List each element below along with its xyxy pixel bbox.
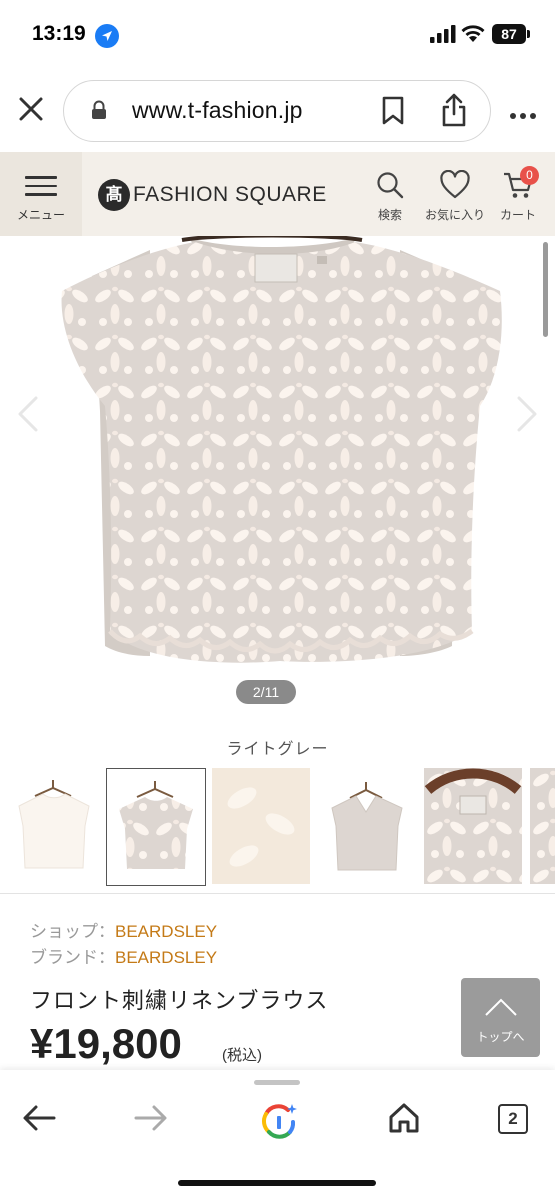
- back-to-top-label: トップへ: [476, 1030, 525, 1044]
- search-label: 検索: [377, 208, 402, 222]
- browser-toolbar: www.t-fashion.jp: [0, 70, 555, 152]
- product-image-gallery[interactable]: 2/11: [0, 236, 555, 726]
- menu-button[interactable]: メニュー: [0, 152, 82, 236]
- battery-tip: [527, 30, 530, 38]
- menu-label: メニュー: [16, 208, 65, 222]
- search-icon: [375, 172, 405, 203]
- thumbnail-2[interactable]: [106, 768, 206, 886]
- home-indicator: [178, 1180, 376, 1186]
- color-name: ライトグレー: [226, 741, 329, 758]
- product-title: フロント刺繍リネンブラウス: [30, 988, 329, 1013]
- close-icon[interactable]: [16, 94, 46, 124]
- thumbnail-1[interactable]: [5, 768, 103, 884]
- status-bar: 13:19 87: [0, 0, 555, 70]
- favorites-label: お気に入り: [424, 208, 485, 222]
- more-icon[interactable]: [509, 107, 537, 125]
- shop-link[interactable]: BEARDSLEY: [115, 922, 217, 941]
- share-icon[interactable]: [440, 92, 468, 133]
- site-logo[interactable]: 髙 FASHION SQUARE: [98, 179, 327, 211]
- thumbnail-strip: [0, 768, 555, 886]
- product-image: [61, 236, 502, 663]
- battery-level: 87: [492, 24, 526, 44]
- home-icon[interactable]: [388, 1102, 420, 1139]
- url-text: www.t-fashion.jp: [132, 97, 303, 123]
- address-bar[interactable]: www.t-fashion.jp: [63, 80, 491, 142]
- thumbnail-6[interactable]: [530, 768, 555, 884]
- tabs-icon[interactable]: 2: [498, 1104, 528, 1134]
- search-button[interactable]: 検索: [368, 170, 412, 223]
- thumbnail-5[interactable]: [424, 768, 522, 884]
- shop-label: ショップ：: [30, 922, 115, 941]
- brand-row: ブランド：BEARDSLEY: [30, 943, 217, 968]
- page-scrollbar[interactable]: [543, 242, 548, 337]
- heart-icon: [439, 169, 471, 203]
- google-lens-icon[interactable]: [260, 1102, 298, 1145]
- sheet-grabber[interactable]: [254, 1080, 300, 1085]
- tax-note: (税込): [222, 1047, 262, 1064]
- status-time: 13:19: [32, 22, 86, 45]
- cellular-signal-icon: [430, 25, 456, 48]
- location-arrow-icon: [95, 24, 119, 48]
- site-header: メニュー 髙 FASHION SQUARE 検索 お気に入り カート: [0, 152, 555, 236]
- product-price: ¥19,800: [30, 1020, 182, 1067]
- cart-count-badge: 0: [520, 166, 539, 185]
- next-image-icon[interactable]: [515, 396, 539, 437]
- back-to-top-button[interactable]: トップへ: [461, 978, 540, 1057]
- brand-link[interactable]: BEARDSLEY: [115, 948, 217, 967]
- bookmark-icon[interactable]: [380, 96, 406, 131]
- thumbnail-4[interactable]: [318, 768, 416, 884]
- lock-icon: [91, 100, 107, 125]
- wifi-icon: [460, 23, 486, 48]
- cart-label: カート: [499, 208, 536, 222]
- thumbnail-3[interactable]: [212, 768, 310, 884]
- brand-label: ブランド：: [30, 948, 115, 967]
- section-divider: [0, 893, 555, 894]
- logo-text: FASHION SQUARE: [133, 183, 327, 206]
- chevron-up-icon: [483, 996, 519, 1023]
- shop-row: ショップ：BEARDSLEY: [30, 917, 217, 942]
- hamburger-icon: [25, 176, 57, 202]
- logo-mark: 髙: [98, 179, 130, 211]
- cart-icon: [502, 172, 534, 203]
- previous-image-icon[interactable]: [16, 396, 40, 437]
- image-counter: 2/11: [236, 680, 296, 704]
- back-icon[interactable]: [22, 1104, 56, 1137]
- forward-icon[interactable]: [134, 1104, 168, 1137]
- favorites-button[interactable]: お気に入り: [420, 169, 490, 223]
